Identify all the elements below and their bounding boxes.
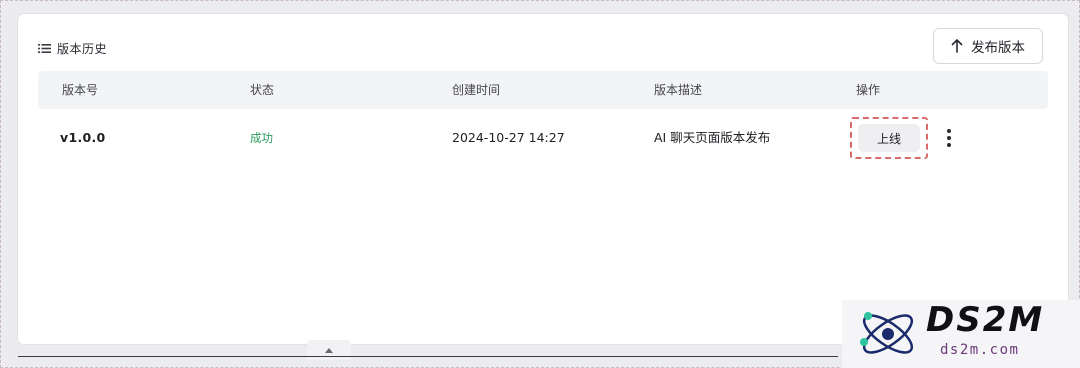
- caret-up-icon: [325, 347, 333, 353]
- arrow-up-icon: [951, 39, 963, 53]
- column-status: 状态: [250, 83, 275, 97]
- more-dot: [947, 143, 951, 147]
- table-row: v1.0.0 成功 2024-10-27 14:27 AI 聊天页面版本发布 上…: [38, 112, 1048, 164]
- column-version: 版本号: [62, 83, 99, 97]
- watermark: DS2M ds2m.com: [842, 300, 1080, 368]
- online-button[interactable]: 上线: [858, 124, 920, 152]
- more-dot: [947, 136, 951, 140]
- atom-logo-icon: [860, 312, 914, 354]
- more-options-icon[interactable]: [938, 126, 960, 150]
- column-description: 版本描述: [654, 83, 703, 97]
- version-number: v1.0.0: [60, 130, 106, 145]
- table-header: 版本号 状态 创建时间 版本描述 操作: [38, 71, 1048, 109]
- online-button-highlight: 上线: [850, 117, 928, 159]
- created-time: 2024-10-27 14:27: [452, 130, 565, 145]
- column-created-at: 创建时间: [452, 83, 501, 97]
- version-description: AI 聊天页面版本发布: [654, 130, 771, 145]
- watermark-brand: DS2M: [926, 300, 1045, 340]
- status-badge: 成功: [250, 131, 273, 145]
- column-actions: 操作: [856, 83, 881, 97]
- list-icon: [38, 43, 51, 53]
- publish-version-button[interactable]: 发布版本: [933, 28, 1043, 64]
- panel-title: 版本历史: [57, 41, 108, 56]
- more-dot: [947, 129, 951, 133]
- publish-version-label: 发布版本: [971, 40, 1025, 56]
- bottom-divider: [18, 356, 838, 362]
- version-history-panel: 版本历史 发布版本 版本号 状态 创建时间 版本描述 操作 v1.0.0 成功 …: [18, 14, 1068, 344]
- watermark-domain: ds2m.com: [940, 342, 1020, 358]
- panel-header: 版本历史: [38, 40, 107, 56]
